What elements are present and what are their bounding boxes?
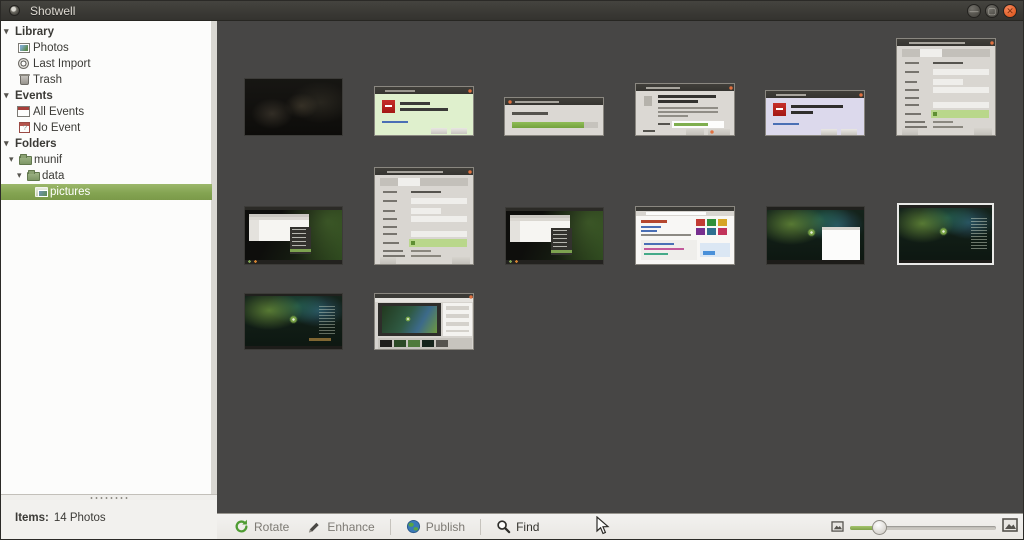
- no-event-icon: [19, 122, 30, 133]
- publish-button[interactable]: Publish: [397, 516, 474, 537]
- sidebar-resize-handle[interactable]: [1, 494, 217, 500]
- photo-grid-row: [243, 38, 1023, 136]
- shotwell-window: Shotwell — ▢ ✕ ▾ Library Photos Last Imp: [0, 0, 1024, 540]
- photo-movie-scene[interactable]: [244, 78, 343, 136]
- photo-mate-desktop[interactable]: [244, 293, 343, 350]
- sidebar-item-no-event[interactable]: No Event: [1, 120, 217, 136]
- photo-browser-page[interactable]: [635, 206, 735, 265]
- sidebar-item-folder-munif[interactable]: ▾ munif: [1, 152, 217, 168]
- close-button[interactable]: ✕: [1003, 4, 1017, 18]
- photo-mate-desktop-window[interactable]: [766, 206, 865, 265]
- items-count-label: Items:: [15, 512, 49, 524]
- photo-grid-row: [243, 167, 1023, 265]
- status-bar: Items: 14 Photos: [1, 500, 217, 539]
- photo-cell: [374, 293, 474, 350]
- trash-icon: [20, 75, 29, 85]
- photo-cell: [765, 90, 865, 136]
- toolbar-separator: [390, 519, 391, 535]
- sidebar-item-photos[interactable]: Photos: [1, 40, 217, 56]
- thumbnail-zoom-control: [831, 518, 1018, 537]
- photo-cell: [896, 203, 996, 265]
- zoom-slider[interactable]: [850, 519, 996, 537]
- photo-desktop-file-manager-1[interactable]: [244, 206, 343, 265]
- photo-mate-desktop-conky[interactable]: [897, 203, 994, 265]
- photo-cell: [765, 206, 865, 265]
- folder-icon: [19, 156, 32, 165]
- photo-cell: [504, 97, 604, 136]
- photo-cell: [504, 207, 604, 265]
- sidebar-item-all-events[interactable]: All Events: [1, 104, 217, 120]
- photo-desktop-file-manager-2[interactable]: [505, 207, 604, 265]
- collapse-triangle-icon[interactable]: ▾: [9, 154, 14, 165]
- items-count-value: 14 Photos: [54, 512, 106, 524]
- photo-cell: [243, 78, 343, 136]
- clock-icon: [18, 58, 29, 69]
- zoom-out-thumbnail-icon[interactable]: [831, 519, 844, 537]
- photos-icon: [18, 43, 30, 53]
- minimize-button[interactable]: —: [967, 4, 981, 18]
- publish-globe-icon: [406, 519, 421, 534]
- photo-cell: [374, 86, 474, 136]
- app-icon: [9, 5, 20, 16]
- toolbar-separator: [480, 519, 481, 535]
- photo-cell: [635, 83, 735, 136]
- titlebar[interactable]: Shotwell — ▢ ✕: [1, 1, 1023, 21]
- photo-properties-dialog-1[interactable]: [896, 38, 996, 136]
- collapse-triangle-icon[interactable]: ▾: [4, 26, 9, 37]
- photo-properties-dialog-2[interactable]: [374, 167, 474, 265]
- window-title: Shotwell: [30, 4, 75, 18]
- enhance-icon: [307, 519, 322, 534]
- collapse-triangle-icon[interactable]: ▾: [17, 170, 22, 181]
- photo-image-editor[interactable]: [374, 293, 474, 350]
- folder-icon: [27, 172, 40, 181]
- photo-filezilla-success-dialog[interactable]: [374, 86, 474, 136]
- photo-cell: [896, 38, 996, 136]
- sidebar-section-folders[interactable]: ▾ Folders: [1, 136, 217, 152]
- sidebar-item-folder-data[interactable]: ▾ data: [1, 168, 217, 184]
- zoom-in-thumbnail-icon[interactable]: [1002, 518, 1018, 537]
- sidebar-item-trash[interactable]: Trash: [1, 72, 217, 88]
- bottom-toolbar: Rotate Enhance Publish: [217, 513, 1023, 539]
- photo-authenticate-dialog[interactable]: [635, 83, 735, 136]
- events-icon: [17, 106, 30, 117]
- search-icon: [496, 519, 511, 534]
- photo-cell: [635, 206, 735, 265]
- photo-cell: [374, 167, 474, 265]
- zoom-slider-handle[interactable]: [872, 520, 887, 535]
- photo-grid: [217, 21, 1023, 513]
- photo-cell: [243, 293, 343, 350]
- sidebar: ▾ Library Photos Last Import Trash ▾: [1, 21, 217, 539]
- rotate-button[interactable]: Rotate: [225, 516, 298, 537]
- photo-grid-row: [243, 293, 1023, 350]
- library-tree: ▾ Library Photos Last Import Trash ▾: [1, 21, 217, 494]
- folder-pictures-icon: [35, 187, 48, 197]
- enhance-button[interactable]: Enhance: [298, 516, 383, 537]
- collapse-triangle-icon[interactable]: ▾: [4, 90, 9, 101]
- rotate-icon: [234, 519, 249, 534]
- photo-cell: [243, 206, 343, 265]
- sidebar-section-library[interactable]: ▾ Library: [1, 24, 217, 40]
- sidebar-item-last-import[interactable]: Last Import: [1, 56, 217, 72]
- collapse-triangle-icon[interactable]: ▾: [4, 138, 9, 149]
- photo-superdeb-installer[interactable]: [504, 97, 604, 136]
- photo-filezilla-install-prompt[interactable]: [765, 90, 865, 136]
- sidebar-item-folder-pictures[interactable]: pictures: [1, 184, 212, 200]
- sidebar-section-events[interactable]: ▾ Events: [1, 88, 217, 104]
- find-button[interactable]: Find: [487, 516, 548, 537]
- maximize-button[interactable]: ▢: [985, 4, 999, 18]
- grip-dots-icon: [89, 497, 129, 499]
